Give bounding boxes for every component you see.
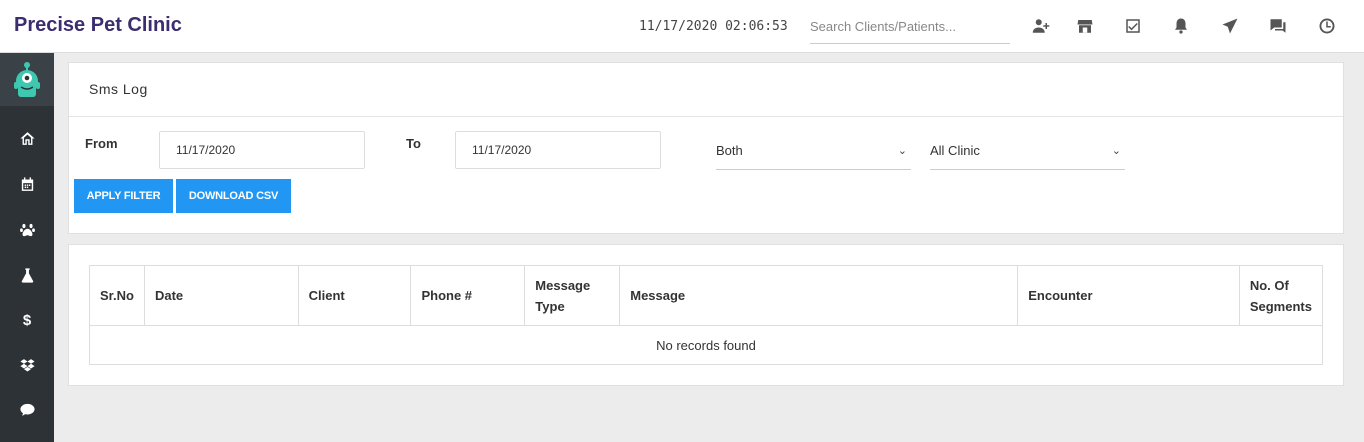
panel-title: Sms Log [69,63,1343,117]
column-header[interactable]: Date [143,265,299,326]
message-type-value: Both [716,143,743,158]
search-input[interactable] [810,10,1010,44]
from-label: From [85,136,118,151]
empty-message: No records found [89,325,1323,365]
calendar-icon[interactable] [0,169,54,199]
flask-icon[interactable] [0,260,54,290]
clinic-name[interactable]: Precise Pet Clinic [14,14,182,37]
to-label: To [406,136,421,151]
paw-icon[interactable] [0,214,54,244]
column-header[interactable]: Phone # [410,265,526,326]
filter-panel: Sms Log From To Both ⌄ All Clinic ⌄ APPL… [68,62,1344,234]
results-panel: Sr.No Date Client Phone # Message Type M… [68,244,1344,386]
column-header[interactable]: Sr.No [89,265,145,326]
store-icon[interactable] [1073,14,1097,38]
clinic-select[interactable]: All Clinic ⌄ [930,132,1125,170]
from-date-input[interactable] [159,131,365,169]
logo[interactable] [0,53,54,106]
dollar-icon[interactable]: $ [0,305,54,335]
column-header[interactable]: Encounter [1017,265,1240,326]
table-header-row: Sr.No Date Client Phone # Message Type M… [89,265,1324,326]
table-row: No records found [89,325,1323,365]
column-header[interactable]: Message Type [524,265,621,326]
send-icon[interactable] [1218,14,1242,38]
sms-log-table: Sr.No Date Client Phone # Message Type M… [89,265,1324,365]
clinic-value: All Clinic [930,143,980,158]
top-bar: Precise Pet Clinic 11/17/2020 02:06:53 [0,0,1364,53]
message-type-select[interactable]: Both ⌄ [716,132,911,170]
home-icon[interactable] [0,123,54,153]
comment-icon[interactable] [0,394,54,424]
download-csv-button[interactable]: DOWNLOAD CSV [176,179,291,213]
column-header[interactable]: Message [619,265,1019,326]
apply-filter-button[interactable]: APPLY FILTER [74,179,173,213]
bell-icon[interactable] [1169,14,1193,38]
dropbox-icon[interactable] [0,350,54,380]
sidebar: $ [0,53,54,442]
chevron-down-icon: ⌄ [1111,145,1121,157]
add-user-icon[interactable] [1029,14,1053,38]
chevron-down-icon: ⌄ [897,145,907,157]
checkbox-icon[interactable] [1121,14,1145,38]
column-header[interactable]: No. Of Segments [1238,265,1324,326]
current-datetime: 11/17/2020 02:06:53 [639,19,788,34]
dollar-glyph: $ [22,311,32,329]
to-date-input[interactable] [455,131,661,169]
monster-logo-icon [14,61,40,97]
chat-icon[interactable] [1266,14,1290,38]
column-header[interactable]: Client [297,265,412,326]
clock-icon[interactable] [1315,14,1339,38]
